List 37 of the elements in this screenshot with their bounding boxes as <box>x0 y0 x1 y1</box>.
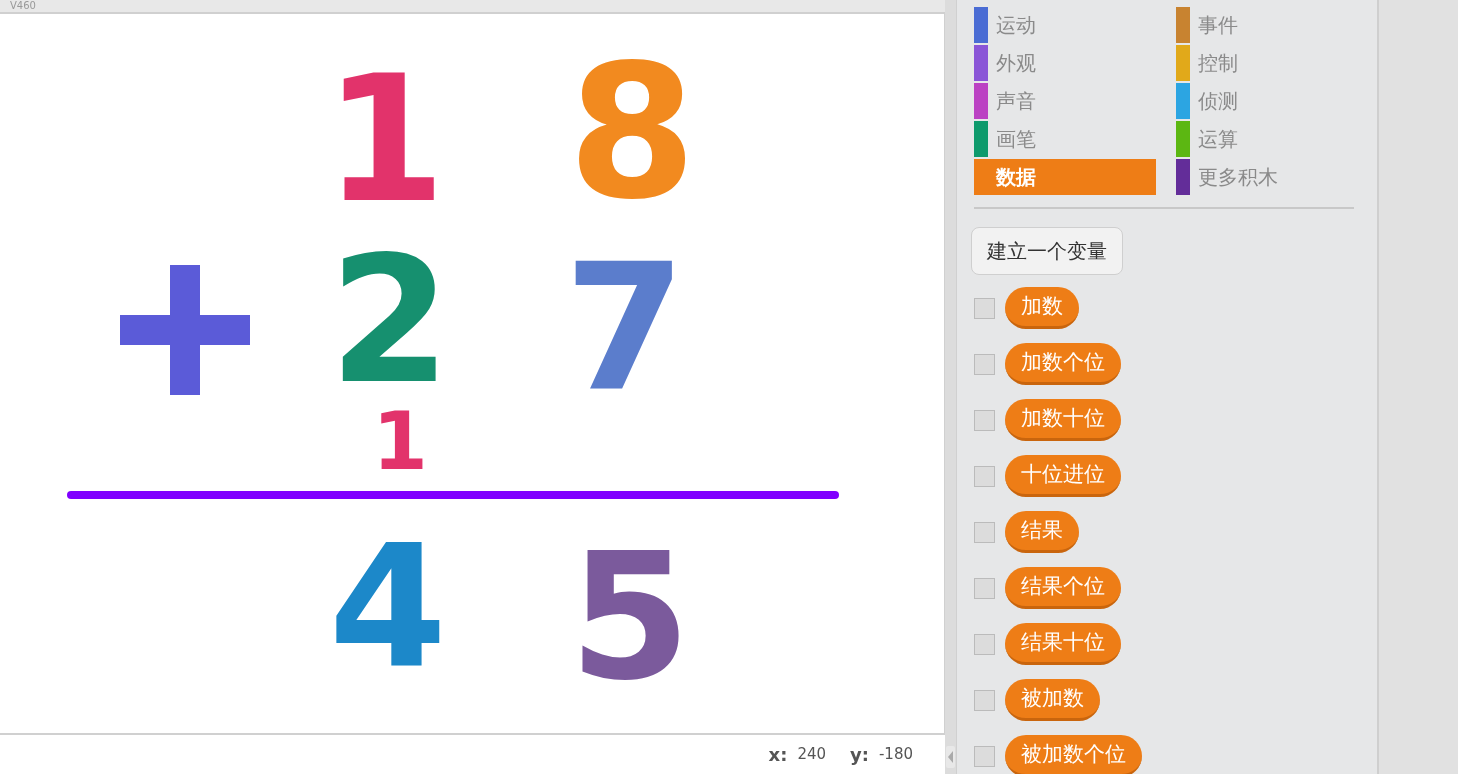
category-tab[interactable]: 数据 <box>974 159 1156 195</box>
variable-block[interactable]: 结果 <box>1005 511 1079 553</box>
y-label: y: <box>850 743 869 767</box>
variable-checkbox[interactable] <box>974 577 995 599</box>
variable-checkbox[interactable] <box>974 689 995 711</box>
category-tab[interactable]: 运动 <box>974 7 1156 43</box>
digit-sprite: 1 <box>324 51 446 227</box>
variable-checkbox[interactable] <box>974 521 995 543</box>
category-tab[interactable]: 运算 <box>1176 121 1358 157</box>
variable-block[interactable]: 加数 <box>1005 287 1079 329</box>
category-tab[interactable]: 侦测 <box>1176 83 1358 119</box>
variable-block[interactable]: 被加数 <box>1005 679 1100 721</box>
variable-block[interactable]: 加数十位 <box>1005 399 1121 441</box>
variable-checkbox[interactable] <box>974 745 995 767</box>
category-tab[interactable]: 声音 <box>974 83 1156 119</box>
variable-block[interactable]: 加数个位 <box>1005 343 1121 385</box>
digit-sprite: 7 <box>564 239 686 415</box>
category-tab[interactable]: 事件 <box>1176 7 1358 43</box>
y-coordinate: -180 <box>878 744 913 766</box>
category-tab[interactable]: 控制 <box>1176 45 1358 81</box>
variable-block[interactable]: 结果十位 <box>1005 623 1121 665</box>
variable-block[interactable]: 十位进位 <box>1005 455 1121 497</box>
version-label: V460 <box>10 0 36 12</box>
variable-checkbox[interactable] <box>974 297 995 319</box>
variable-checkbox[interactable] <box>974 633 995 655</box>
category-tab[interactable]: 外观 <box>974 45 1156 81</box>
variable-checkbox[interactable] <box>974 465 995 487</box>
variable-block[interactable]: 结果个位 <box>1005 567 1121 609</box>
digit-sprite: 8 <box>567 39 697 225</box>
x-label: x: <box>768 743 788 767</box>
digit-sprite: 5 <box>569 529 691 705</box>
variable-checkbox[interactable] <box>974 409 995 431</box>
digit-sprite: 4 <box>328 522 448 692</box>
x-coordinate: 240 <box>797 744 826 766</box>
make-variable-button[interactable]: 建立一个变量 <box>971 227 1123 275</box>
variable-checkbox[interactable] <box>974 353 995 375</box>
variable-block[interactable]: 被加数个位 <box>1005 735 1142 774</box>
